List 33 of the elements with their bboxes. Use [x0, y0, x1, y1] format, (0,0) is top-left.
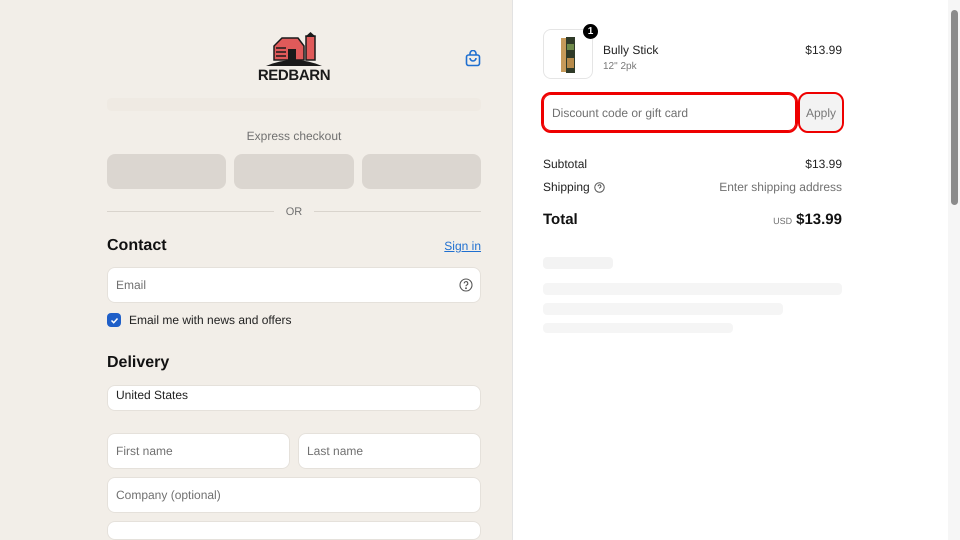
checkmark-icon [110, 316, 118, 324]
barn-icon [264, 30, 324, 68]
company-field[interactable]: Company (optional) [107, 477, 481, 513]
total-value: $13.99 [796, 210, 842, 230]
name-field[interactable]: First name [107, 433, 290, 469]
section-heading: Delivery [107, 353, 170, 373]
summary-value: $13.99 [805, 156, 842, 173]
currency-label: USD [773, 215, 792, 228]
email-field[interactable]: Email [107, 267, 481, 303]
product-price: $13.99 [805, 42, 842, 59]
scrollbar[interactable] [948, 0, 960, 540]
sign-in-link[interactable]: Sign in [444, 237, 481, 255]
discount-field[interactable]: Discount code or gift card [543, 94, 796, 131]
shopping-bag-icon[interactable] [465, 50, 481, 67]
summary-label: Shipping [543, 179, 590, 196]
quantity-badge: 1 [583, 24, 598, 39]
newsletter-label: Email me with news and offers [129, 312, 292, 329]
total-label: Total [543, 210, 578, 230]
help-icon[interactable] [594, 182, 605, 192]
address-field[interactable] [107, 521, 481, 540]
summary-label: Subtotal [543, 156, 588, 173]
name-field[interactable]: Last name [298, 433, 481, 469]
logo[interactable]: REDBARN [258, 30, 330, 83]
country-select[interactable]: United States [107, 385, 481, 411]
product-name: Bully Stick [603, 42, 660, 59]
apply-button[interactable]: Apply [800, 94, 842, 131]
section-heading: Contact [107, 236, 167, 256]
product-variant: 12" 2pk [603, 60, 638, 74]
summary-value: Enter shipping address [719, 179, 842, 196]
express-checkout-label: Express checkout [246, 128, 342, 144]
help-icon[interactable] [459, 278, 473, 292]
or-divider-label: OR [286, 204, 302, 220]
newsletter-checkbox[interactable] [107, 313, 121, 327]
